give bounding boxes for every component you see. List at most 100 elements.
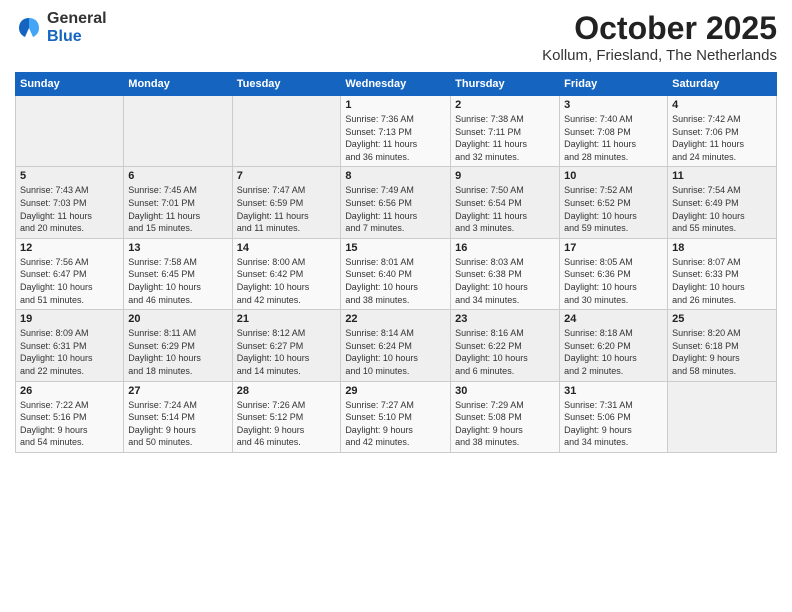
calendar-cell: 13Sunrise: 7:58 AM Sunset: 6:45 PM Dayli… bbox=[124, 238, 232, 309]
calendar-week-4: 26 Sunrise: 7:22 AM Sunset: 5:16 PM Dayli… bbox=[16, 381, 777, 452]
logo-general-text: General bbox=[47, 10, 107, 27]
calendar-cell: 23 Sunrise: 8:16 AM Sunset: 6:22 PM Dayli… bbox=[451, 310, 560, 381]
day-number: 4 bbox=[672, 99, 772, 111]
day-number: 29 bbox=[345, 385, 446, 397]
day-info: Sunrise: 7:22 AM Sunset: 5:16 PM Dayligh… bbox=[20, 399, 119, 449]
day-number: 20 bbox=[128, 313, 227, 325]
calendar-cell bbox=[16, 96, 124, 167]
header-thursday: Thursday bbox=[451, 73, 560, 96]
day-number: 22 bbox=[345, 313, 446, 325]
day-info: Sunrise: 8:00 AM Sunset: 6:42 PM Dayligh… bbox=[237, 256, 337, 306]
day-info: Sunrise: 7:27 AM Sunset: 5:10 PM Dayligh… bbox=[345, 399, 446, 449]
day-info: Sunrise: 7:40 AM Sunset: 7:08 PM Dayligh… bbox=[564, 113, 663, 163]
day-info: Sunrise: 7:50 AM Sunset: 6:54 PM Dayligh… bbox=[455, 184, 555, 234]
day-number: 31 bbox=[564, 385, 663, 397]
day-number: 1 bbox=[345, 99, 446, 111]
day-info: Sunrise: 7:58 AM Sunset: 6:45 PM Dayligh… bbox=[128, 256, 227, 306]
day-info: Sunrise: 7:43 AM Sunset: 7:03 PM Dayligh… bbox=[20, 184, 119, 234]
header-friday: Friday bbox=[560, 73, 668, 96]
calendar-cell: 3Sunrise: 7:40 AM Sunset: 7:08 PM Daylig… bbox=[560, 96, 668, 167]
day-info: Sunrise: 7:49 AM Sunset: 6:56 PM Dayligh… bbox=[345, 184, 446, 234]
calendar-cell bbox=[668, 381, 777, 452]
day-number: 11 bbox=[672, 170, 772, 182]
calendar-cell: 27Sunrise: 7:24 AM Sunset: 5:14 PM Dayli… bbox=[124, 381, 232, 452]
day-info: Sunrise: 7:24 AM Sunset: 5:14 PM Dayligh… bbox=[128, 399, 227, 449]
calendar-cell: 16Sunrise: 8:03 AM Sunset: 6:38 PM Dayli… bbox=[451, 238, 560, 309]
day-number: 19 bbox=[20, 313, 119, 325]
day-number: 18 bbox=[672, 242, 772, 254]
calendar-cell: 29 Sunrise: 7:27 AM Sunset: 5:10 PM Dayli… bbox=[341, 381, 451, 452]
calendar-cell: 2 Sunrise: 7:38 AM Sunset: 7:11 PM Daylig… bbox=[451, 96, 560, 167]
day-info: Sunrise: 7:54 AM Sunset: 6:49 PM Dayligh… bbox=[672, 184, 772, 234]
day-number: 10 bbox=[564, 170, 663, 182]
calendar-week-3: 19 Sunrise: 8:09 AM Sunset: 6:31 PM Dayli… bbox=[16, 310, 777, 381]
calendar-cell: 20 Sunrise: 8:11 AM Sunset: 6:29 PM Dayli… bbox=[124, 310, 232, 381]
header-monday: Monday bbox=[124, 73, 232, 96]
day-info: Sunrise: 8:12 AM Sunset: 6:27 PM Dayligh… bbox=[237, 327, 337, 377]
day-info: Sunrise: 8:05 AM Sunset: 6:36 PM Dayligh… bbox=[564, 256, 663, 306]
day-number: 24 bbox=[564, 313, 663, 325]
day-info: Sunrise: 7:31 AM Sunset: 5:06 PM Dayligh… bbox=[564, 399, 663, 449]
day-info: Sunrise: 7:38 AM Sunset: 7:11 PM Dayligh… bbox=[455, 113, 555, 163]
day-info: Sunrise: 7:26 AM Sunset: 5:12 PM Dayligh… bbox=[237, 399, 337, 449]
day-info: Sunrise: 7:36 AM Sunset: 7:13 PM Dayligh… bbox=[345, 113, 446, 163]
calendar-title: October 2025 bbox=[542, 10, 777, 47]
day-number: 14 bbox=[237, 242, 337, 254]
calendar-week-2: 12Sunrise: 7:56 AM Sunset: 6:47 PM Dayli… bbox=[16, 238, 777, 309]
day-info: Sunrise: 8:03 AM Sunset: 6:38 PM Dayligh… bbox=[455, 256, 555, 306]
logo: General Blue bbox=[15, 10, 107, 45]
calendar-cell: 26 Sunrise: 7:22 AM Sunset: 5:16 PM Dayli… bbox=[16, 381, 124, 452]
logo-icon bbox=[15, 14, 43, 42]
day-number: 17 bbox=[564, 242, 663, 254]
calendar-cell: 19 Sunrise: 8:09 AM Sunset: 6:31 PM Dayli… bbox=[16, 310, 124, 381]
calendar-cell bbox=[232, 96, 341, 167]
day-number: 8 bbox=[345, 170, 446, 182]
day-info: Sunrise: 8:11 AM Sunset: 6:29 PM Dayligh… bbox=[128, 327, 227, 377]
calendar-week-0: 1 Sunrise: 7:36 AM Sunset: 7:13 PM Daylig… bbox=[16, 96, 777, 167]
day-info: Sunrise: 8:20 AM Sunset: 6:18 PM Dayligh… bbox=[672, 327, 772, 377]
calendar-cell: 12Sunrise: 7:56 AM Sunset: 6:47 PM Dayli… bbox=[16, 238, 124, 309]
day-number: 2 bbox=[455, 99, 555, 111]
calendar-cell: 1 Sunrise: 7:36 AM Sunset: 7:13 PM Daylig… bbox=[341, 96, 451, 167]
day-info: Sunrise: 7:29 AM Sunset: 5:08 PM Dayligh… bbox=[455, 399, 555, 449]
day-number: 23 bbox=[455, 313, 555, 325]
header-tuesday: Tuesday bbox=[232, 73, 341, 96]
page: General Blue October 2025 Kollum, Friesl… bbox=[0, 0, 792, 612]
calendar-cell bbox=[124, 96, 232, 167]
day-number: 5 bbox=[20, 170, 119, 182]
calendar-cell: 25Sunrise: 8:20 AM Sunset: 6:18 PM Dayli… bbox=[668, 310, 777, 381]
day-info: Sunrise: 8:01 AM Sunset: 6:40 PM Dayligh… bbox=[345, 256, 446, 306]
title-block: October 2025 Kollum, Friesland, The Neth… bbox=[542, 10, 777, 64]
day-number: 21 bbox=[237, 313, 337, 325]
calendar-cell: 4 Sunrise: 7:42 AM Sunset: 7:06 PM Daylig… bbox=[668, 96, 777, 167]
calendar-cell: 24 Sunrise: 8:18 AM Sunset: 6:20 PM Dayli… bbox=[560, 310, 668, 381]
calendar-week-1: 5 Sunrise: 7:43 AM Sunset: 7:03 PM Daylig… bbox=[16, 167, 777, 238]
day-number: 28 bbox=[237, 385, 337, 397]
day-info: Sunrise: 7:47 AM Sunset: 6:59 PM Dayligh… bbox=[237, 184, 337, 234]
day-info: Sunrise: 7:42 AM Sunset: 7:06 PM Dayligh… bbox=[672, 113, 772, 163]
calendar-cell: 9 Sunrise: 7:50 AM Sunset: 6:54 PM Daylig… bbox=[451, 167, 560, 238]
calendar-cell: 14 Sunrise: 8:00 AM Sunset: 6:42 PM Dayli… bbox=[232, 238, 341, 309]
calendar-cell: 28 Sunrise: 7:26 AM Sunset: 5:12 PM Dayli… bbox=[232, 381, 341, 452]
day-number: 9 bbox=[455, 170, 555, 182]
day-number: 26 bbox=[20, 385, 119, 397]
day-info: Sunrise: 8:18 AM Sunset: 6:20 PM Dayligh… bbox=[564, 327, 663, 377]
day-info: Sunrise: 7:56 AM Sunset: 6:47 PM Dayligh… bbox=[20, 256, 119, 306]
calendar-cell: 31 Sunrise: 7:31 AM Sunset: 5:06 PM Dayli… bbox=[560, 381, 668, 452]
calendar-cell: 21 Sunrise: 8:12 AM Sunset: 6:27 PM Dayli… bbox=[232, 310, 341, 381]
calendar-cell: 18 Sunrise: 8:07 AM Sunset: 6:33 PM Dayli… bbox=[668, 238, 777, 309]
calendar-cell: 7Sunrise: 7:47 AM Sunset: 6:59 PM Daylig… bbox=[232, 167, 341, 238]
calendar-cell: 8 Sunrise: 7:49 AM Sunset: 6:56 PM Daylig… bbox=[341, 167, 451, 238]
day-info: Sunrise: 8:16 AM Sunset: 6:22 PM Dayligh… bbox=[455, 327, 555, 377]
calendar-subtitle: Kollum, Friesland, The Netherlands bbox=[542, 47, 777, 64]
calendar-cell: 22 Sunrise: 8:14 AM Sunset: 6:24 PM Dayli… bbox=[341, 310, 451, 381]
day-info: Sunrise: 8:09 AM Sunset: 6:31 PM Dayligh… bbox=[20, 327, 119, 377]
calendar-header-row: Sunday Monday Tuesday Wednesday Thursday… bbox=[16, 73, 777, 96]
header: General Blue October 2025 Kollum, Friesl… bbox=[15, 10, 777, 64]
day-number: 6 bbox=[128, 170, 227, 182]
header-wednesday: Wednesday bbox=[341, 73, 451, 96]
day-info: Sunrise: 8:07 AM Sunset: 6:33 PM Dayligh… bbox=[672, 256, 772, 306]
calendar-cell: 17 Sunrise: 8:05 AM Sunset: 6:36 PM Dayli… bbox=[560, 238, 668, 309]
header-sunday: Sunday bbox=[16, 73, 124, 96]
day-info: Sunrise: 8:14 AM Sunset: 6:24 PM Dayligh… bbox=[345, 327, 446, 377]
